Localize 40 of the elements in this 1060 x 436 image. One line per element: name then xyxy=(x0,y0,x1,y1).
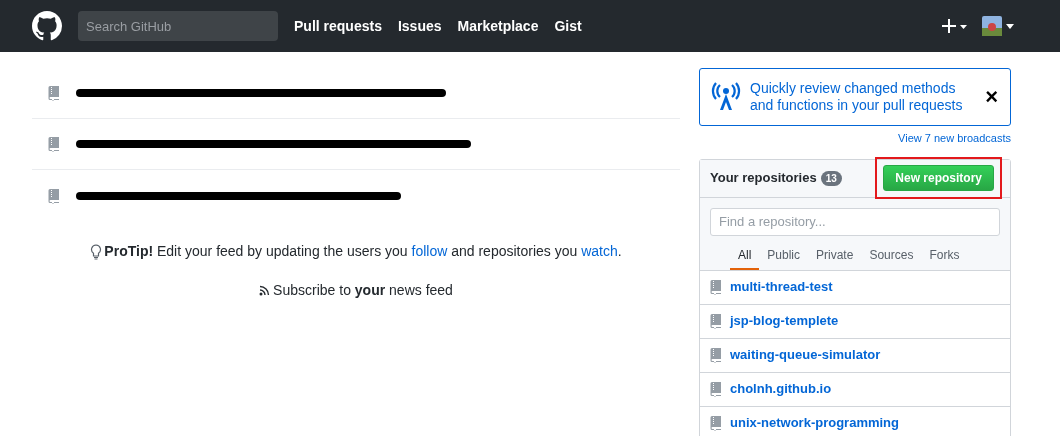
lightbulb-icon xyxy=(90,243,103,260)
nav-link[interactable]: Issues xyxy=(397,15,442,37)
repo-icon xyxy=(710,381,722,397)
repo-icon xyxy=(710,347,722,363)
repository-link[interactable]: cholnh.github.io xyxy=(730,379,832,399)
filter-tab[interactable]: Sources xyxy=(861,241,922,270)
avatar-dropdown[interactable] xyxy=(982,16,1014,36)
repo-icon xyxy=(710,279,722,295)
repository-link[interactable]: waiting-queue-simulator xyxy=(730,345,881,365)
repository-count: 13 xyxy=(820,170,842,186)
avatar-icon xyxy=(982,16,1002,36)
filter-tab[interactable]: Private xyxy=(808,241,862,270)
rss-icon xyxy=(259,285,271,296)
repo-icon xyxy=(710,313,722,329)
repo-icon xyxy=(48,187,60,204)
protip-text: ProTip! Edit your feed by updating the users you follow and repositories you watch. xyxy=(104,242,622,261)
follow-link[interactable]: follow xyxy=(411,243,448,259)
repository-link[interactable]: unix-network-programming xyxy=(730,413,899,433)
broadcast-icon xyxy=(710,82,742,112)
filter-tab[interactable]: Forks xyxy=(921,241,968,270)
github-logo-icon[interactable] xyxy=(32,11,62,41)
close-button[interactable]: × xyxy=(983,86,1000,108)
repo-icon xyxy=(48,136,60,152)
filter-tab[interactable]: Public xyxy=(759,241,809,270)
repository-link[interactable]: multi-thread-test xyxy=(730,277,833,297)
watch-link[interactable]: watch xyxy=(581,243,618,259)
nav-link[interactable]: Gist xyxy=(554,15,582,37)
nav-link[interactable]: Marketplace xyxy=(457,15,539,37)
repository-filter-field[interactable]: Find a repository... xyxy=(710,207,1000,236)
repository-link[interactable]: jsp-blog-templete xyxy=(730,311,839,331)
broadcasts-link[interactable]: View 7 new broadcasts xyxy=(898,130,1011,147)
search-field[interactable]: Search GitHub xyxy=(78,11,278,41)
plus-dropdown-icon[interactable] xyxy=(942,18,968,34)
repo-icon xyxy=(48,85,60,101)
broadcast-message[interactable]: Quickly review changed methods and functions in your pull requests xyxy=(750,80,976,114)
subscribe-link[interactable]: Subscribe to your news feed xyxy=(273,280,453,301)
repo-icon xyxy=(710,415,722,431)
panel-title: Your repositories xyxy=(710,169,817,188)
caret-icon xyxy=(1006,23,1014,29)
nav-link[interactable]: Pull requests xyxy=(294,15,382,37)
